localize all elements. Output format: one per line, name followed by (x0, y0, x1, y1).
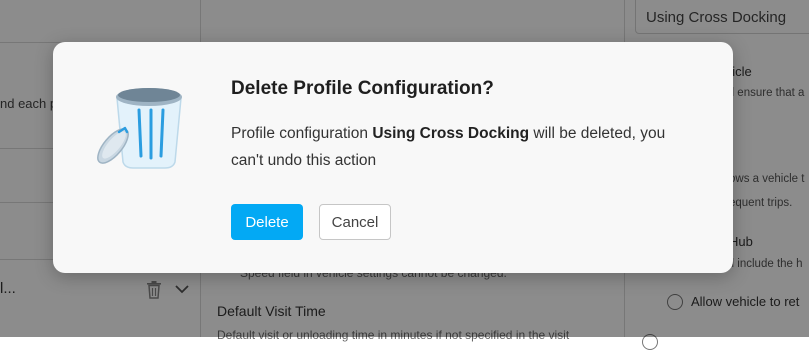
profile-name: Using Cross Docking (372, 125, 530, 142)
trash-bin-icon (97, 88, 182, 169)
delete-confirmation-dialog: Delete Profile Configuration? Profile co… (53, 42, 733, 273)
delete-button[interactable]: Delete (231, 204, 303, 240)
cancel-button[interactable]: Cancel (319, 204, 391, 240)
dialog-title: Delete Profile Configuration? (231, 78, 494, 99)
dialog-message: Profile configuration Using Cross Dockin… (231, 120, 701, 174)
message-prefix: Profile configuration (231, 125, 373, 142)
